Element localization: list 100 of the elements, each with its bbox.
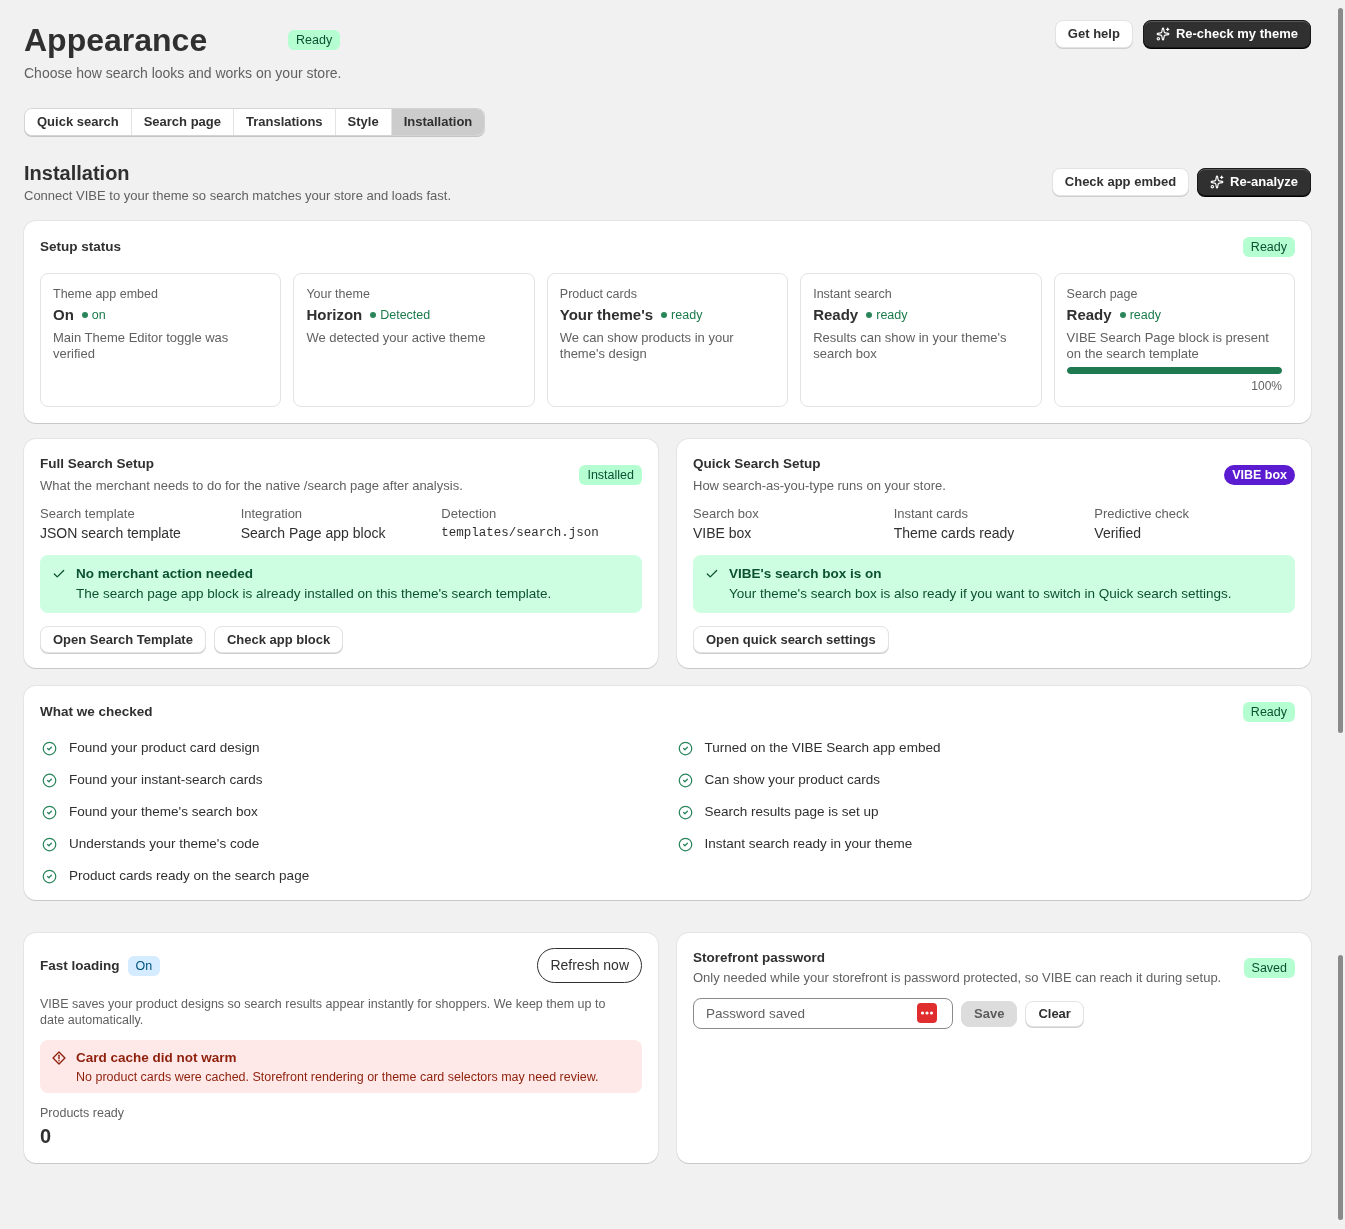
tile-label: Instant search [813,286,893,302]
tile-value: Your theme's [559,305,654,325]
status-label: Detected [380,307,431,323]
status-label: ready [671,307,703,323]
alert-title: Card cache did not warm [76,1049,238,1067]
field-label: Integration [240,505,304,523]
card-title: Storefront password [693,949,826,967]
notice-text: The search page app block is already installed on this theme's search template. [76,585,552,603]
status-label: on [91,307,106,323]
field-label: Search template [40,505,136,523]
check-icon [705,567,719,581]
tile-value: Ready [813,305,859,325]
tile-label: Your theme [306,286,371,302]
check-item: Can show your product cards [704,771,881,789]
field-label: Search box [693,505,760,523]
field-value: templates/search.json [441,525,600,542]
check-item: Found your theme's search box [69,803,258,821]
refresh-button[interactable]: Refresh now [537,948,642,983]
check-item: Found your instant-search cards [69,771,263,789]
progress-reading: 100% [1251,378,1282,394]
field-value: VIBE box [693,524,753,543]
status-label: ready [876,307,908,323]
tab[interactable]: Quick search [25,109,132,135]
status-badge: Saved [1243,958,1295,978]
tile-label: Search page [1066,286,1139,302]
check-circle-icon [677,772,693,788]
check-circle-icon [42,772,57,788]
field-value: Search Page app block [240,524,387,543]
action-button[interactable]: Re-analyze [1197,168,1311,196]
action-button[interactable]: Check app embed [1051,168,1190,196]
notice-title: No merchant action needed [76,565,255,583]
card-title: Setup status [40,238,121,256]
sparkles-icon [1210,175,1225,189]
check-item: Instant search ready in your theme [704,835,913,853]
tile-description: VIBE Search Page block is present on the search template [1066,330,1270,362]
card-subtitle: How search-as-you-type runs on your store. [693,477,946,495]
sparkles-icon [1155,27,1170,41]
status-badge: Ready [1242,702,1295,722]
page-title: Appearance [24,21,209,60]
card-description: VIBE saves your product designs so search results appear instantly for shoppers. We keep them up to date automatically. [40,996,607,1028]
tab[interactable]: Installation [391,109,485,135]
tile-description: Results can show in your theme's search box [813,330,1008,362]
check-circle-icon [42,836,57,852]
card-button[interactable]: Check app block [213,626,344,653]
field-label: Instant cards [893,505,970,523]
card-title: What we checked [40,703,153,721]
section-subtitle: Connect VIBE to your theme so search matches your store and loads fast. [24,187,452,205]
card-title: Fast loading [40,956,120,975]
check-circle-icon [677,740,693,756]
action-button[interactable]: Re-check my theme [1142,20,1311,48]
card-subtitle: What the merchant needs to do for the native /search page after analysis. [40,477,463,495]
check-item: Search results page is set up [704,803,879,821]
status-badge: Ready [288,30,341,50]
card-button[interactable]: Open quick search settings [693,626,889,653]
card-title: Full Search Setup [40,455,156,473]
tile-description: We can show products in your theme's design [559,330,735,362]
tile-label: Theme app embed [53,286,159,302]
tile-value: Horizon [306,305,363,325]
card-subtitle: Only needed while your storefront is password protected, so VIBE can reach it during setup. [693,969,1222,987]
check-circle-icon [42,804,57,820]
scrollbar-thumb[interactable] [1337,8,1343,733]
status-badge: VIBE box [1224,465,1295,485]
check-circle-icon [42,868,57,884]
notice-text: Your theme's search box is also ready if you want to switch in Quick search settings. [729,585,1232,603]
status-badge: Installed [579,465,642,485]
field-value: Theme cards ready [893,524,1016,543]
card-button[interactable]: Open Search Template [40,626,206,653]
password-dots-icon[interactable] [917,1003,937,1023]
card-title: Quick Search Setup [693,455,822,473]
tile-label: Product cards [559,286,638,302]
scrollbar-thumb[interactable] [1337,955,1343,1220]
warning-icon [52,1051,66,1065]
form-button[interactable]: Clear [1025,1000,1084,1027]
action-button[interactable]: Get help [1054,20,1133,48]
check-item: Turned on the VIBE Search app embed [704,739,941,757]
stat-label: Products ready [40,1105,126,1122]
notice-title: VIBE's search box is on [729,565,883,583]
check-circle-icon [677,804,693,820]
alert-text: No product cards were cached. Storefront rendering or theme card selectors may need review. [76,1069,599,1086]
status-badge: On [127,955,161,976]
tile-description: Main Theme Editor toggle was verified [53,330,230,362]
tile-value: On [53,305,74,325]
field-value: JSON search template [40,524,182,543]
check-item: Understands your theme's code [69,835,260,853]
check-item: Product cards ready on the search page [69,867,310,885]
check-item: Found your product card design [69,739,260,757]
check-circle-icon [42,740,57,756]
check-icon [52,567,66,581]
password-field[interactable]: Password saved [693,998,953,1029]
section-title: Installation [24,161,131,186]
check-circle-icon [677,836,693,852]
field-value: Verified [1094,524,1143,543]
tile-description: We detected your active theme [306,330,487,346]
status-label: ready [1129,307,1161,323]
page-subtitle: Choose how search looks and works on your store. [24,64,342,83]
field-label: Predictive check [1094,505,1190,523]
field-label: Detection [441,505,498,523]
status-badge: Ready [1242,237,1295,257]
tile-value: Ready [1066,305,1112,325]
stat-value: 0 [40,1124,53,1149]
